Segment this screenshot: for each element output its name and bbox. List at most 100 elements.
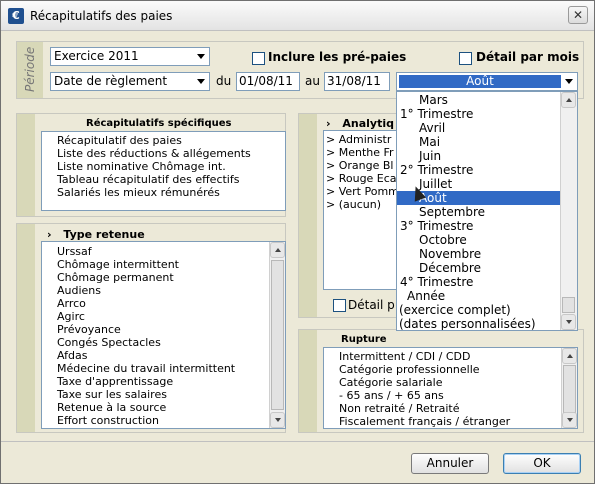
- exercice-value: Exercice 2011: [54, 49, 139, 63]
- triangle-down-icon: [275, 418, 281, 422]
- panel-strip: [299, 330, 317, 432]
- dropdown-option[interactable]: (dates personnalisées): [397, 317, 560, 330]
- dropdown-option[interactable]: Avril: [397, 121, 560, 135]
- include-prepaies-label: Inclure les pré-paies: [268, 50, 407, 64]
- dropdown-option[interactable]: Mars: [397, 93, 560, 107]
- detail-par-mois-label: Détail par mois: [476, 50, 580, 64]
- date-from-field[interactable]: 01/08/11: [236, 72, 300, 91]
- retenue-list-item[interactable]: Chômage intermittent: [42, 258, 285, 271]
- triangle-down-icon: [566, 320, 572, 324]
- dropdown-option[interactable]: Année: [397, 289, 560, 303]
- recap-list-item[interactable]: Salariés les mieux rémunérés: [42, 186, 285, 199]
- dropdown-option[interactable]: (exercice complet): [397, 303, 560, 317]
- scroll-up-button[interactable]: [562, 348, 577, 364]
- analytique-list-item[interactable]: > Orange Bl: [324, 159, 397, 172]
- scroll-thumb[interactable]: [562, 297, 575, 313]
- rupture-header: Rupture: [341, 334, 387, 345]
- date-type-select[interactable]: Date de règlement: [50, 72, 210, 91]
- dropdown-option[interactable]: Mai: [397, 135, 560, 149]
- detail-analytique-label: Détail p: [348, 298, 395, 312]
- recap-specifiques-header: Récapitulatifs spécifiques: [86, 118, 232, 129]
- type-retenue-list[interactable]: Urssaf Chômage intermittent Chômage perman…: [41, 241, 286, 429]
- dropdown-option[interactable]: Septembre: [397, 205, 560, 219]
- dropdown-option[interactable]: 3° Trimestre: [397, 219, 560, 233]
- analytique-list-item[interactable]: > Administr: [324, 133, 397, 146]
- analytique-header: › Analytiq: [326, 117, 394, 130]
- retenue-list-item[interactable]: Taxe d'apprentissage: [42, 375, 285, 388]
- dropdown-option[interactable]: 1° Trimestre: [397, 107, 560, 121]
- panel-strip: [17, 224, 35, 432]
- analytique-title: Analytiq: [342, 117, 395, 130]
- dropdown-option[interactable]: Octobre: [397, 233, 560, 247]
- retenue-list-item[interactable]: Retenue à la source: [42, 401, 285, 414]
- triangle-up-icon: [567, 354, 573, 358]
- title-bar: € Récapitulatifs des paies ✕: [1, 1, 594, 31]
- recap-list-item[interactable]: Liste nominative Chômage int.: [42, 160, 285, 173]
- chevron-right-icon: ›: [47, 228, 52, 241]
- exercice-select[interactable]: Exercice 2011: [50, 47, 210, 66]
- scroll-down-button[interactable]: [561, 314, 576, 330]
- cancel-button[interactable]: Annuler: [411, 453, 489, 474]
- retenue-list-item[interactable]: Effort construction: [42, 414, 285, 427]
- recap-list-item[interactable]: Récapitulatif des paies: [42, 134, 285, 147]
- analytique-list-item[interactable]: > (aucun): [324, 198, 397, 211]
- rupture-scrollbar[interactable]: [561, 348, 577, 428]
- close-button[interactable]: ✕: [568, 6, 588, 24]
- analytique-list-item[interactable]: > Menthe Fr: [324, 146, 397, 159]
- dropdown-option[interactable]: Juin: [397, 149, 560, 163]
- type-retenue-scrollbar[interactable]: [269, 242, 285, 428]
- date-type-value: Date de règlement: [54, 74, 168, 88]
- retenue-list-item[interactable]: Audiens: [42, 284, 285, 297]
- au-label: au: [305, 74, 320, 88]
- window-title: Récapitulatifs des paies: [30, 9, 173, 23]
- rupture-list-item[interactable]: Non retraité / Retraité: [324, 402, 577, 415]
- rupture-list-item[interactable]: Catégorie professionnelle: [324, 363, 577, 376]
- retenue-list-item[interactable]: Médecine du travail intermittent: [42, 362, 285, 375]
- dialog-window: € Récapitulatifs des paies ✕ Période Exe…: [0, 0, 595, 484]
- rupture-list-item[interactable]: Catégorie salariale: [324, 376, 577, 389]
- ok-button[interactable]: OK: [503, 453, 581, 474]
- retenue-list-item[interactable]: Urssaf: [42, 245, 285, 258]
- retenue-list-item[interactable]: Agirc: [42, 310, 285, 323]
- period-select[interactable]: Août: [396, 72, 578, 91]
- type-retenue-title: Type retenue: [63, 228, 145, 241]
- scroll-up-button[interactable]: [561, 92, 576, 108]
- retenue-list-item[interactable]: Chômage permanent: [42, 271, 285, 284]
- scroll-up-button[interactable]: [270, 242, 285, 258]
- date-to-field[interactable]: 31/08/11: [324, 72, 390, 91]
- scroll-thumb[interactable]: [563, 365, 576, 413]
- retenue-list-item[interactable]: Taxe sur les salaires: [42, 388, 285, 401]
- period-dropdown[interactable]: Mars 1° Trimestre Avril Mai Juin 2° Trimestre…: [396, 91, 578, 331]
- chevron-right-icon: ›: [326, 117, 331, 130]
- dropdown-option[interactable]: Décembre: [397, 261, 560, 275]
- rupture-list-item[interactable]: - 65 ans / + 65 ans: [324, 389, 577, 402]
- scroll-thumb[interactable]: [271, 260, 284, 410]
- retenue-list-item[interactable]: Arrco: [42, 297, 285, 310]
- recap-list-item[interactable]: Tableau récapitulatif des effectifs: [42, 173, 285, 186]
- rupture-list-item[interactable]: Intermittent / CDI / CDD: [324, 350, 577, 363]
- recap-list-item[interactable]: Liste des réductions & allégements: [42, 147, 285, 160]
- type-retenue-header: › Type retenue: [47, 228, 145, 241]
- dropdown-option[interactable]: 4° Trimestre: [397, 275, 560, 289]
- dropdown-scrollbar[interactable]: [560, 92, 577, 330]
- dropdown-option[interactable]: Novembre: [397, 247, 560, 261]
- chevron-down-icon: [197, 54, 205, 59]
- rupture-list-item[interactable]: Fiscalement français / étranger: [324, 415, 577, 428]
- retenue-list-item[interactable]: Afdas: [42, 349, 285, 362]
- triangle-up-icon: [566, 98, 572, 102]
- rupture-list[interactable]: Intermittent / CDI / CDD Catégorie profes…: [323, 347, 578, 429]
- analytique-list-item[interactable]: > Rouge Eca: [324, 172, 397, 185]
- dropdown-option[interactable]: 2° Trimestre: [397, 163, 560, 177]
- retenue-list-item[interactable]: Congés Spectacles: [42, 336, 285, 349]
- retenue-list-item[interactable]: Prévoyance: [42, 323, 285, 336]
- scroll-down-button[interactable]: [562, 412, 577, 428]
- analytique-list-item[interactable]: > Vert Pomm: [324, 185, 397, 198]
- triangle-down-icon: [567, 418, 573, 422]
- recap-specifiques-list[interactable]: Récapitulatif des paies Liste des réducti…: [41, 131, 286, 211]
- scroll-down-button[interactable]: [270, 412, 285, 428]
- include-prepaies-checkbox[interactable]: [252, 52, 265, 65]
- analytique-list[interactable]: > Administr > Menthe Fr > Orange Bl > Rouge…: [323, 130, 398, 290]
- detail-par-mois-checkbox[interactable]: [459, 52, 472, 65]
- chevron-down-icon: [565, 79, 573, 84]
- detail-analytique-checkbox[interactable]: [333, 299, 346, 312]
